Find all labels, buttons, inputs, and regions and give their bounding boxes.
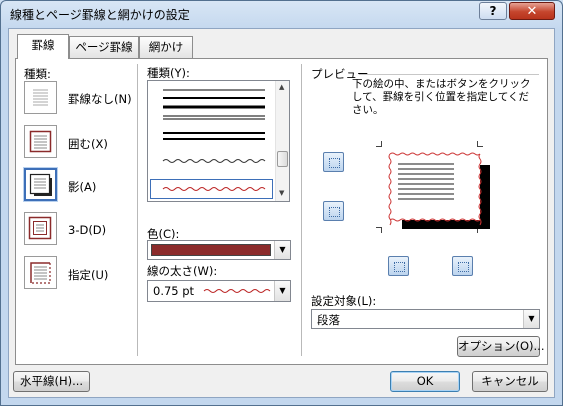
line-style-list[interactable] [147, 80, 290, 202]
color-combo[interactable]: ▼ [147, 240, 291, 260]
setting-none-label[interactable]: 罫線なし(N) [68, 91, 132, 107]
preview-heading-rule [359, 74, 539, 75]
border-3d-icon [28, 216, 52, 240]
border-none-icon [33, 89, 48, 106]
chevron-down-icon[interactable]: ▼ [523, 310, 539, 328]
corner-mark-bl [376, 227, 382, 233]
wavy-line-preview [162, 187, 266, 191]
top-border-button[interactable] [323, 152, 344, 172]
corner-mark-tr [477, 141, 483, 147]
tab-borders[interactable]: 罫線 [17, 34, 69, 59]
setting-custom-label[interactable]: 指定(U) [68, 267, 108, 283]
tab-shading[interactable]: 網かけ [139, 36, 193, 58]
separator-right [301, 64, 302, 356]
preview-page[interactable] [384, 150, 494, 230]
line-width-label: 線の太さ(W): [147, 264, 218, 278]
cancel-button[interactable]: キャンセル [472, 371, 548, 392]
right-border-button[interactable] [452, 256, 473, 276]
line-width-wavy-preview [203, 289, 271, 293]
bottom-border-button[interactable] [323, 201, 344, 221]
help-button[interactable]: ? [479, 2, 507, 20]
line-width-combo[interactable]: 0.75 pt ▼ [147, 280, 291, 302]
tab-page-border[interactable]: ページ罫線 [69, 36, 139, 58]
setting-custom-icon[interactable] [24, 256, 57, 289]
setting-heading: 種類: [24, 67, 51, 81]
border-custom-icon [30, 262, 51, 284]
options-button[interactable]: オプション(O)... [457, 336, 545, 357]
ok-button[interactable]: OK [390, 371, 460, 392]
selected-wavy-style[interactable] [150, 179, 273, 199]
chevron-down-icon[interactable]: ▼ [274, 241, 290, 259]
color-swatch [151, 244, 271, 256]
corner-mark-tl [376, 141, 382, 147]
setting-none-icon[interactable] [24, 81, 57, 114]
setting-shadow-icon[interactable] [24, 168, 57, 201]
line-width-value: 0.75 pt [153, 284, 195, 298]
style-heading: 種類(Y): [147, 66, 190, 80]
apply-to-label: 設定対象(L): [311, 294, 377, 308]
scroll-down-icon[interactable]: ▼ [279, 189, 284, 197]
chevron-down-icon[interactable]: ▼ [274, 281, 290, 301]
preview-hint: 下の絵の中、またはボタンをクリックして、罫線を引く位置を指定してください。 [352, 78, 531, 116]
setting-box-label[interactable]: 囲む(X) [68, 136, 108, 152]
line-style-scrollbar[interactable]: ▲ ▼ [275, 81, 289, 201]
scroll-up-icon[interactable]: ▲ [279, 83, 284, 91]
horizontal-line-button[interactable]: 水平線(H)... [13, 371, 90, 392]
left-border-button[interactable] [388, 256, 409, 276]
apply-to-combo[interactable]: 段落 ▼ [311, 309, 540, 329]
setting-box-icon[interactable] [24, 125, 57, 158]
setting-3d-label[interactable]: 3-D(D) [68, 223, 106, 237]
scroll-thumb[interactable] [277, 151, 288, 167]
border-shadow-icon [29, 173, 52, 196]
close-button[interactable]: ✕ [509, 2, 555, 20]
border-box-icon [29, 130, 52, 153]
dialog-title: 線種とページ罫線と網かけの設定 [10, 8, 190, 22]
apply-to-value: 段落 [317, 313, 340, 327]
setting-shadow-label[interactable]: 影(A) [68, 179, 96, 195]
separator-left [137, 64, 138, 356]
setting-3d-icon[interactable] [24, 212, 57, 245]
